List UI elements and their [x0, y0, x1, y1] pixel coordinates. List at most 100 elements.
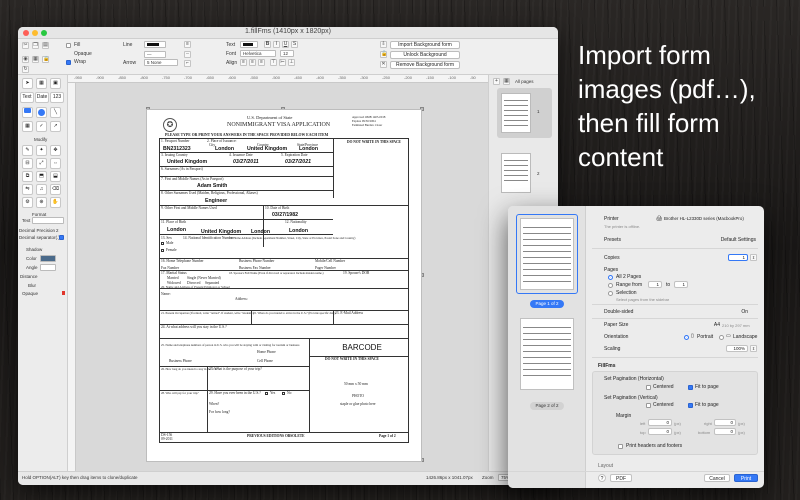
back-icon[interactable]: ⬓: [50, 171, 61, 182]
font-size-select[interactable]: 12: [280, 50, 294, 57]
issue-city-field[interactable]: London: [215, 146, 234, 152]
passport-number-field[interactable]: BN2312323: [163, 146, 191, 152]
align-left-icon[interactable]: ≡: [240, 59, 247, 66]
image-tool-icon[interactable]: ▣: [50, 78, 61, 89]
pointer-tool[interactable]: ➤: [22, 78, 33, 89]
paper-size-select[interactable]: A4: [708, 322, 720, 328]
hand-icon[interactable]: ✋: [50, 197, 61, 208]
canvas[interactable]: ✪ U.S. Department of State NONIMMIGRANT …: [76, 83, 488, 471]
presets-select[interactable]: Default Settings: [706, 237, 756, 243]
strike-icon[interactable]: S: [291, 41, 298, 48]
male-checkbox[interactable]: [161, 242, 164, 245]
text-tool[interactable]: Text: [20, 92, 34, 103]
scaling-stepper[interactable]: ⇕: [750, 345, 757, 352]
margin-right-field[interactable]: 0: [714, 419, 736, 426]
help-button[interactable]: ?: [598, 474, 606, 482]
remove-background-button[interactable]: Remove Background form: [390, 61, 460, 69]
camera-icon[interactable]: ◉: [22, 56, 29, 63]
issue-state-field[interactable]: London: [299, 146, 318, 152]
zoom-icon[interactable]: ⊕: [36, 197, 47, 208]
wrap-checkbox[interactable]: [66, 60, 71, 65]
centered-v-checkbox[interactable]: [646, 403, 651, 408]
angle-field[interactable]: [40, 264, 56, 271]
decimal-precision-value[interactable]: 2: [56, 228, 59, 233]
page-thumbnail[interactable]: [501, 93, 531, 133]
number-tool[interactable]: 123: [50, 92, 64, 103]
portrait-radio[interactable]: [684, 335, 689, 340]
copy-icon[interactable]: ❐: [32, 42, 39, 49]
grid-icon[interactable]: ▦: [32, 56, 39, 63]
cancel-button[interactable]: Cancel: [704, 474, 730, 482]
range-radio[interactable]: [608, 283, 613, 288]
no-checkbox[interactable]: [282, 392, 285, 395]
arrow-tool-icon[interactable]: ↗: [50, 121, 61, 132]
female-checkbox[interactable]: [161, 249, 164, 252]
paste-icon[interactable]: ▤: [42, 42, 49, 49]
margin-left-field[interactable]: 0: [648, 419, 672, 426]
import-background-button[interactable]: Import Background form: [390, 41, 460, 49]
issue-country-field[interactable]: United Kingdom: [247, 146, 287, 152]
copies-field[interactable]: 1: [728, 254, 748, 261]
line-color-swatch[interactable]: [144, 41, 166, 48]
format-select[interactable]: [32, 217, 64, 224]
landscape-radio[interactable]: [719, 335, 724, 340]
range-from-field[interactable]: 1: [648, 281, 662, 288]
sound-icon[interactable]: ♫: [36, 184, 47, 195]
resize-icon[interactable]: ⤢: [36, 158, 47, 169]
issuing-country-field[interactable]: United Kingdom: [167, 159, 207, 165]
line-style-icon[interactable]: ≡: [184, 41, 191, 48]
magic-icon[interactable]: ✦: [36, 145, 47, 156]
page-thumbnail[interactable]: [501, 153, 531, 193]
group-icon[interactable]: ⧉: [22, 171, 33, 182]
align-objects-icon[interactable]: ⊟: [22, 158, 33, 169]
date-tool[interactable]: Date: [35, 92, 49, 103]
align-right-icon[interactable]: ≡: [258, 59, 265, 66]
copies-stepper[interactable]: ⇕: [750, 254, 757, 261]
cut-icon[interactable]: ✂: [22, 42, 29, 49]
settings-gear-icon[interactable]: ⚙: [22, 197, 33, 208]
fill-checkbox[interactable]: [66, 43, 71, 48]
edit-icon[interactable]: ✎: [22, 145, 33, 156]
print-button[interactable]: Print: [734, 474, 758, 482]
selection-radio[interactable]: [608, 291, 613, 296]
pob-city-field[interactable]: London: [167, 227, 186, 233]
distribute-icon[interactable]: ⇔: [50, 158, 61, 169]
add-page-icon[interactable]: +: [493, 78, 500, 85]
flip-icon[interactable]: ⇋: [22, 184, 33, 195]
first-middle-field[interactable]: Adam Smith: [197, 183, 227, 189]
unlock-background-button[interactable]: Unlock Background: [390, 51, 460, 59]
underline-icon[interactable]: U: [282, 41, 289, 48]
arrow-select[interactable]: 5 None: [144, 59, 178, 66]
italic-icon[interactable]: I: [273, 41, 280, 48]
align-bottom-icon[interactable]: ⊥: [288, 59, 295, 66]
move-icon[interactable]: ✥: [50, 145, 61, 156]
ellipse-tool-icon[interactable]: [36, 107, 47, 118]
nationality-field[interactable]: London: [289, 228, 308, 234]
fit-page-h-checkbox[interactable]: [688, 385, 693, 390]
printer-select[interactable]: Brother HL-L2330D series (MacbookPro): [664, 216, 744, 221]
preview-page[interactable]: [520, 318, 574, 390]
margin-top-field[interactable]: 0: [648, 428, 672, 435]
rotate-icon[interactable]: ↻: [22, 66, 29, 73]
rectangle-tool-icon[interactable]: [22, 107, 33, 118]
fit-page-v-checkbox[interactable]: [688, 403, 693, 408]
grid-tool[interactable]: ▦: [36, 78, 47, 89]
barcode-tool-icon[interactable]: ▦: [22, 121, 33, 132]
line-width-select[interactable]: —: [144, 51, 166, 58]
text-color-swatch[interactable]: [240, 41, 258, 48]
remove-icon[interactable]: ✕: [380, 61, 387, 68]
line-tool-icon[interactable]: ╲: [50, 107, 61, 118]
print-headers-checkbox[interactable]: [618, 444, 623, 449]
shadow-color-swatch[interactable]: [40, 255, 56, 262]
yes-checkbox[interactable]: [265, 392, 268, 395]
centered-h-checkbox[interactable]: [646, 385, 651, 390]
align-center-icon[interactable]: ≡: [249, 59, 256, 66]
align-top-icon[interactable]: ⊤: [270, 59, 277, 66]
align-middle-icon[interactable]: ⊢: [279, 59, 286, 66]
expiration-date-field[interactable]: 03/27/2021: [285, 159, 311, 165]
issuance-date-field[interactable]: 03/27/2011: [233, 159, 259, 165]
grid-view-icon[interactable]: ▦: [503, 78, 510, 85]
range-to-field[interactable]: 1: [674, 281, 688, 288]
double-sided-select[interactable]: On: [726, 309, 748, 315]
corner-style-icon[interactable]: ⌐: [184, 60, 191, 67]
